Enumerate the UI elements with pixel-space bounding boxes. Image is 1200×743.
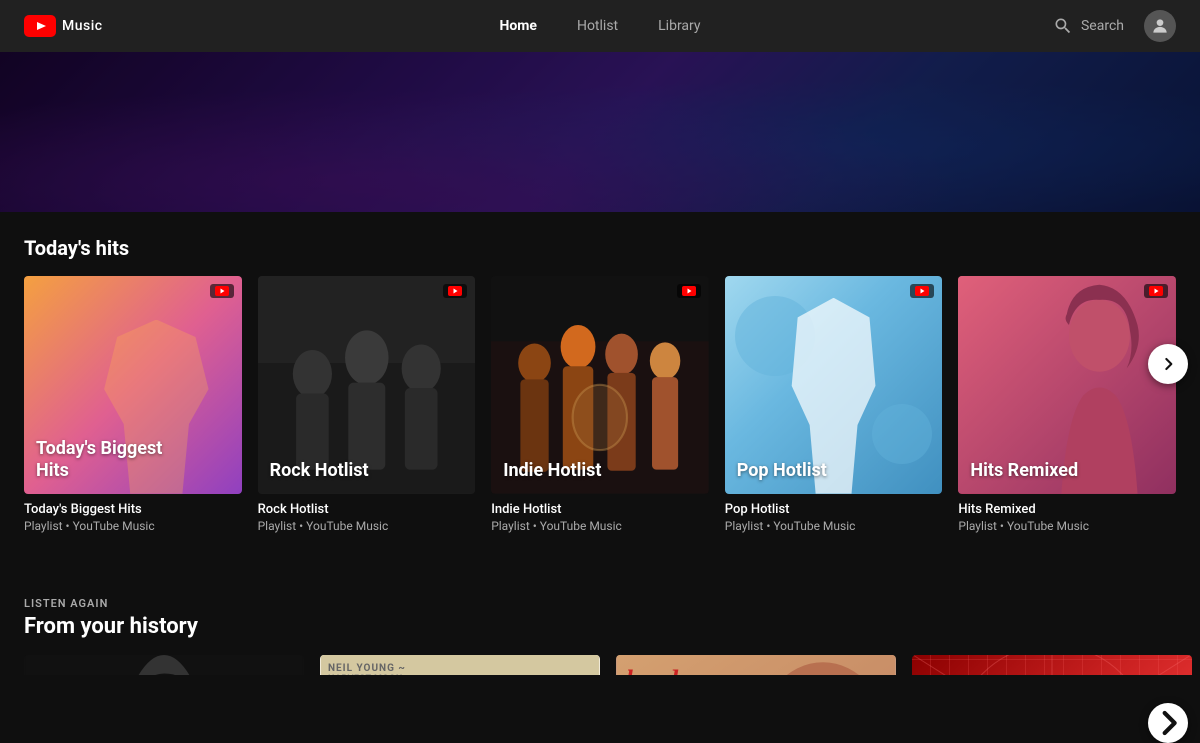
listen-again-section: LISTEN AGAIN From your history bbox=[0, 565, 1200, 675]
pop-hotlist-overlay-title: Pop Hotlist bbox=[737, 460, 827, 482]
spider-svg bbox=[912, 655, 1192, 675]
yt-icon bbox=[915, 286, 929, 296]
history-thumb-2: NEIL YOUNG ~ HARVEST MOON bbox=[320, 655, 600, 675]
yt-badge-pop bbox=[910, 284, 934, 298]
todays-hits-title: Today's hits bbox=[24, 236, 1176, 260]
concert-svg bbox=[24, 655, 304, 675]
indie-hotlist-name: Indie Hotlist bbox=[491, 502, 709, 517]
yt-icon bbox=[682, 286, 696, 296]
main-nav: Home Hotlist Library bbox=[483, 12, 716, 40]
history-thumb-3: bends bbox=[616, 655, 896, 675]
history-card-4[interactable] bbox=[912, 655, 1192, 675]
card-thumb-pop: Pop Hotlist bbox=[725, 276, 943, 494]
history-thumb-1 bbox=[24, 655, 304, 675]
card-indie-hotlist[interactable]: Indie Hotlist Indie Hotlist Playlist • Y… bbox=[491, 276, 709, 533]
card-pop-hotlist[interactable]: Pop Hotlist Pop Hotlist Playlist • YouTu… bbox=[725, 276, 943, 533]
main-content: Today's hits Today's BiggestHits bbox=[0, 52, 1200, 675]
logo-text: Music bbox=[62, 18, 103, 34]
pop-hotlist-name: Pop Hotlist bbox=[725, 502, 943, 517]
listen-again-title: From your history bbox=[24, 614, 1176, 639]
chevron-right-icon bbox=[1158, 354, 1178, 374]
card-rock-hotlist[interactable]: Rock Hotlist Rock Hotlist Playlist • You… bbox=[258, 276, 476, 533]
bends-title-text: bends bbox=[626, 665, 688, 675]
hero-overlay bbox=[0, 52, 1200, 212]
nav-library[interactable]: Library bbox=[642, 12, 716, 40]
avatar[interactable] bbox=[1144, 10, 1176, 42]
nav-home[interactable]: Home bbox=[483, 12, 552, 40]
pop-circle-2 bbox=[872, 404, 932, 464]
neil-young-label: NEIL YOUNG ~ HARVEST MOON bbox=[328, 663, 406, 675]
todays-hits-carousel-wrapper: Today's BiggestHits Today's Biggest Hits… bbox=[24, 276, 1176, 533]
history-card-1[interactable] bbox=[24, 655, 304, 675]
hits-remixed-name: Hits Remixed bbox=[958, 502, 1176, 517]
todays-hits-carousel: Today's BiggestHits Today's Biggest Hits… bbox=[24, 276, 1176, 533]
biggest-hits-sub: Playlist • YouTube Music bbox=[24, 519, 242, 533]
biggest-hits-name: Today's Biggest Hits bbox=[24, 502, 242, 517]
nav-hotlist[interactable]: Hotlist bbox=[561, 12, 634, 40]
search-area[interactable]: Search bbox=[1053, 16, 1124, 36]
hits-remixed-overlay-title: Hits Remixed bbox=[970, 460, 1078, 482]
listen-again-label: LISTEN AGAIN bbox=[24, 597, 1176, 610]
yt-badge-biggest bbox=[210, 284, 234, 298]
yt-icon bbox=[448, 286, 462, 296]
biggest-hits-overlay-title: Today's BiggestHits bbox=[36, 438, 162, 481]
hits-remixed-sub: Playlist • YouTube Music bbox=[958, 519, 1176, 533]
rock-hotlist-overlay-title: Rock Hotlist bbox=[270, 460, 369, 482]
yt-badge-indie bbox=[677, 284, 701, 298]
avatar-icon bbox=[1150, 16, 1170, 36]
rock-hotlist-sub: Playlist • YouTube Music bbox=[258, 519, 476, 533]
card-biggest-hits[interactable]: Today's BiggestHits Today's Biggest Hits… bbox=[24, 276, 242, 533]
todays-hits-next-button[interactable] bbox=[1148, 344, 1188, 384]
card-hits-remixed[interactable]: Hits Remixed Hits Remixed Playlist • You… bbox=[958, 276, 1176, 533]
search-icon bbox=[1053, 16, 1073, 36]
card-thumb-biggest-hits: Today's BiggestHits bbox=[24, 276, 242, 494]
card-thumb-hits-remixed: Hits Remixed bbox=[958, 276, 1176, 494]
indie-hotlist-sub: Playlist • YouTube Music bbox=[491, 519, 709, 533]
yt-icon bbox=[1149, 286, 1163, 296]
card-thumb-rock: Rock Hotlist bbox=[258, 276, 476, 494]
pop-hotlist-sub: Playlist • YouTube Music bbox=[725, 519, 943, 533]
yt-badge-rock bbox=[443, 284, 467, 298]
header: Music Home Hotlist Library Search bbox=[0, 0, 1200, 52]
history-carousel: NEIL YOUNG ~ HARVEST MOON bbox=[24, 655, 1176, 675]
hero-banner bbox=[0, 52, 1200, 212]
history-card-3[interactable]: bends bbox=[616, 655, 896, 675]
indie-hotlist-overlay-title: Indie Hotlist bbox=[503, 460, 601, 482]
history-card-2[interactable]: NEIL YOUNG ~ HARVEST MOON bbox=[320, 655, 600, 675]
logo[interactable]: Music bbox=[24, 15, 103, 37]
rock-hotlist-name: Rock Hotlist bbox=[258, 502, 476, 517]
history-thumb-4 bbox=[912, 655, 1192, 675]
card-thumb-indie: Indie Hotlist bbox=[491, 276, 709, 494]
todays-hits-section: Today's hits Today's BiggestHits bbox=[0, 212, 1200, 533]
youtube-logo-icon bbox=[24, 15, 56, 37]
yt-badge-hits bbox=[1144, 284, 1168, 298]
search-label[interactable]: Search bbox=[1081, 18, 1124, 34]
yt-icon bbox=[215, 286, 229, 296]
